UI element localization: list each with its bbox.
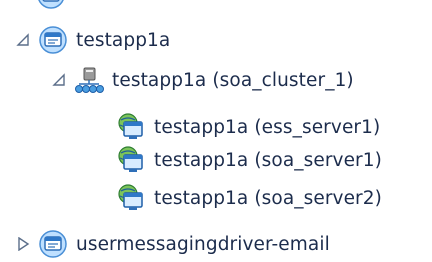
application-icon bbox=[38, 229, 68, 259]
deployment-tree: testapp1a testapp1a (soa_cluster_1) test… bbox=[0, 0, 432, 261]
expanded-triangle-icon[interactable] bbox=[14, 31, 32, 49]
server-instance-icon bbox=[116, 112, 146, 142]
tree-node-label[interactable]: testapp1a bbox=[76, 30, 170, 51]
tree-node-testapp1a[interactable]: testapp1a bbox=[14, 22, 170, 58]
partial-node-icon bbox=[36, 0, 70, 10]
expanded-triangle-icon[interactable] bbox=[50, 71, 68, 89]
tree-node-label[interactable]: testapp1a (soa_server1) bbox=[154, 150, 382, 171]
tree-node-label[interactable]: testapp1a (ess_server1) bbox=[154, 117, 380, 138]
tree-node-soa-server1[interactable]: testapp1a (soa_server1) bbox=[116, 142, 382, 178]
tree-node-label[interactable]: usermessagingdriver-email bbox=[76, 234, 330, 255]
tree-node-label[interactable]: testapp1a (soa_cluster_1) bbox=[112, 70, 354, 91]
tree-node-usermessagingdriver-email[interactable]: usermessagingdriver-email bbox=[14, 226, 330, 262]
application-icon bbox=[38, 25, 68, 55]
cluster-icon bbox=[74, 65, 104, 95]
collapsed-triangle-icon[interactable] bbox=[14, 235, 32, 253]
tree-node-soa-server2[interactable]: testapp1a (soa_server2) bbox=[116, 180, 382, 216]
tree-node-ess-server1[interactable]: testapp1a (ess_server1) bbox=[116, 109, 380, 145]
server-instance-icon bbox=[116, 145, 146, 175]
tree-node-label[interactable]: testapp1a (soa_server2) bbox=[154, 188, 382, 209]
tree-node-soa-cluster[interactable]: testapp1a (soa_cluster_1) bbox=[50, 62, 354, 98]
server-instance-icon bbox=[116, 183, 146, 213]
